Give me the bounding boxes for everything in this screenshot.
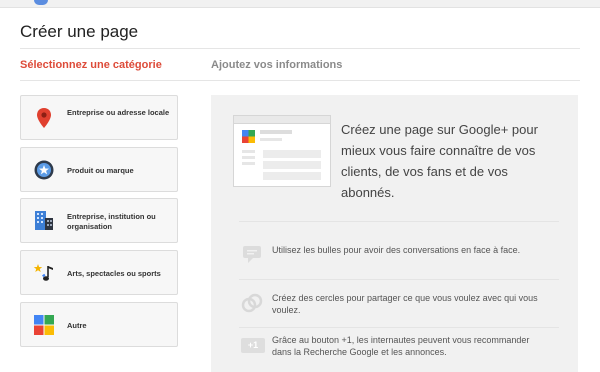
feature-divider: [239, 327, 559, 328]
step-select-category: Sélectionnez une catégorie: [20, 59, 162, 71]
feature-text-plus-one: Grâce au bouton +1, les internautes peuv…: [272, 335, 530, 357]
music-star-icon: [33, 264, 53, 281]
category-local-business[interactable]: Entreprise ou adresse locale: [20, 95, 178, 140]
top-bar: [0, 0, 600, 8]
category-organization[interactable]: Entreprise, institution ou organisation: [20, 198, 178, 243]
category-other[interactable]: Autre: [20, 302, 178, 347]
map-pin-icon: [37, 108, 51, 128]
category-label: Produit ou marque: [67, 166, 134, 175]
building-icon: [35, 211, 53, 230]
category-product-brand[interactable]: Produit ou marque: [20, 147, 178, 192]
plus-one-icon: +1: [241, 338, 265, 353]
feature-text-hangouts: Utilisez les bulles pour avoir des conve…: [272, 245, 521, 255]
circles-icon: [241, 293, 263, 313]
chat-bubble-icon: [243, 246, 261, 263]
category-label: Entreprise ou adresse locale: [67, 108, 170, 117]
product-tag-icon: [34, 160, 54, 180]
info-panel: Créez une page sur Google+ pour mieux vo…: [211, 95, 578, 372]
four-squares-icon: [34, 315, 54, 335]
page-preview-illustration: [233, 115, 331, 187]
feature-divider: [239, 279, 559, 280]
category-label: Entreprise, institution ou organisation: [67, 212, 156, 231]
steps-divider: [20, 80, 580, 81]
promo-headline: Créez une page sur Google+ pour mieux vo…: [341, 122, 538, 200]
page-title: Créer une page: [20, 22, 139, 41]
feature-divider: [239, 221, 559, 222]
step-add-info: Ajoutez vos informations: [211, 59, 343, 71]
feature-text-circles: Créez des cercles pour partager ce que v…: [272, 293, 538, 315]
logo-fragment: [34, 0, 48, 5]
category-label: Autre: [67, 321, 87, 330]
category-label: Arts, spectacles ou sports: [67, 269, 161, 278]
category-arts-sports[interactable]: Arts, spectacles ou sports: [20, 250, 178, 295]
title-divider: [20, 48, 580, 49]
